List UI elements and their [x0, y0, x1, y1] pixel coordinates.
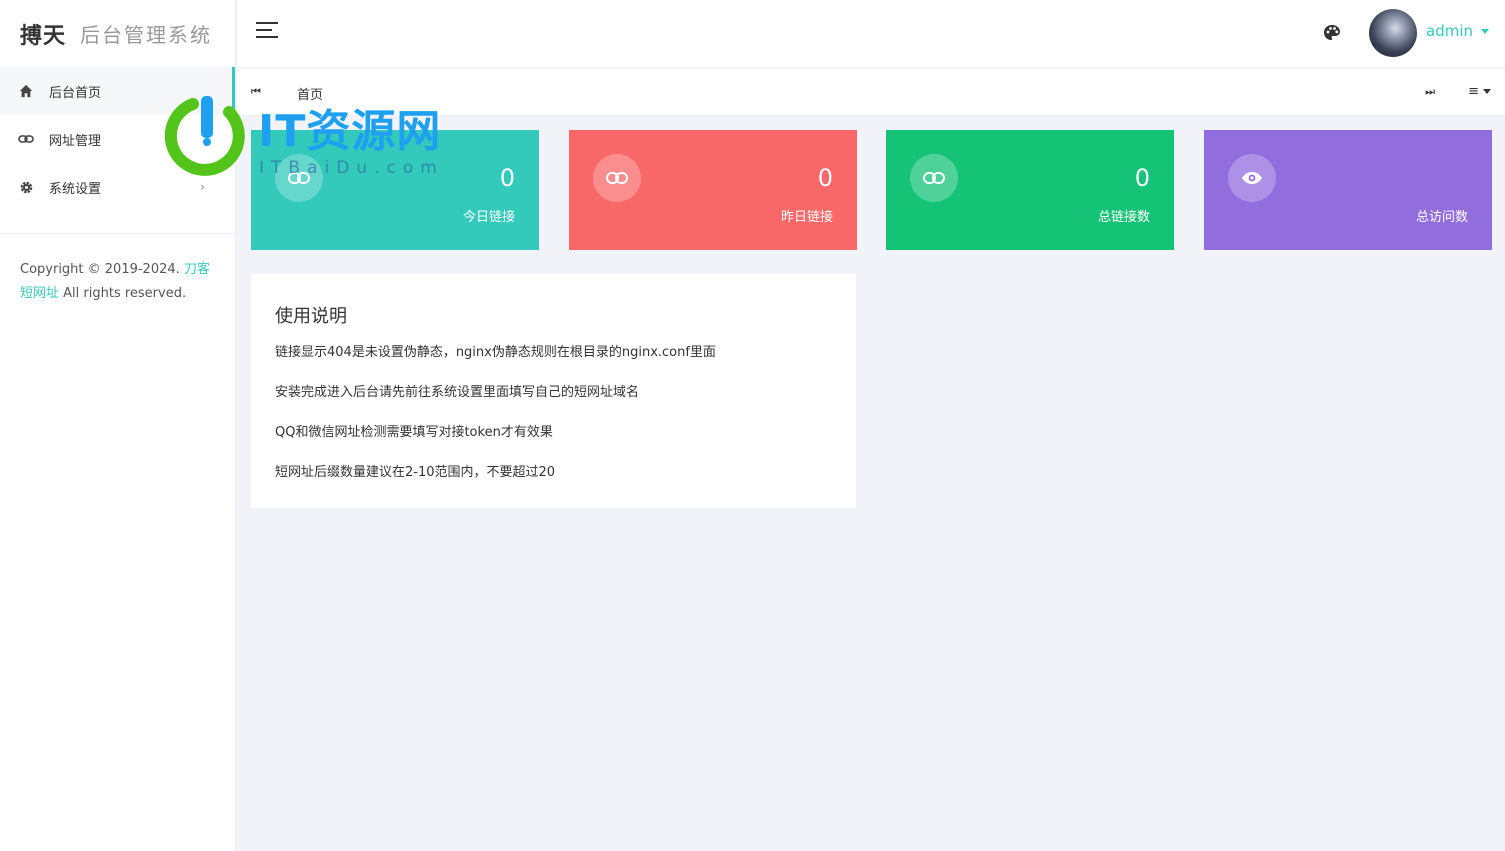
sidebar-item-dashboard[interactable]: 后台首页	[0, 67, 235, 115]
tab-scroll-left-icon[interactable]: ⏮	[251, 85, 261, 99]
stat-value: 0	[1134, 164, 1150, 192]
stat-value: 0	[499, 164, 515, 192]
stat-label: 昨日链接	[780, 210, 833, 225]
top-header: admin	[237, 0, 1505, 67]
copyright-suffix: All rights reserved.	[59, 286, 187, 301]
stat-label: 总链接数	[1097, 210, 1150, 225]
notice-line: 短网址后缀数量建议在2-10范围内，不要超过20	[275, 465, 556, 480]
eye-icon	[1228, 154, 1276, 202]
sidebar-item-label: 系统设置	[49, 181, 102, 197]
tab-options-menu[interactable]: ≡	[1468, 84, 1491, 99]
sidebar-item-label: 后台首页	[49, 85, 102, 101]
stat-card-today-links: 0 今日链接	[251, 130, 539, 250]
link-icon	[18, 131, 34, 147]
sidebar-item-url-management[interactable]: 网址管理	[0, 115, 235, 163]
stat-value: 0	[817, 164, 833, 192]
notice-line: 链接显示404是未设置伪静态，nginx伪静态规则在根目录的nginx.conf…	[275, 345, 716, 360]
sidebar-menu: 后台首页 网址管理 系统设置 ›	[0, 67, 235, 211]
stat-card-yesterday-links: 0 昨日链接	[569, 130, 857, 250]
sidebar-item-label: 网址管理	[49, 133, 102, 149]
notice-line: 安装完成进入后台请先前往系统设置里面填写自己的短网址域名	[275, 385, 640, 400]
stat-label: 今日链接	[462, 210, 515, 225]
caret-down-icon	[1481, 29, 1489, 34]
brand-logo[interactable]: 搏天 后台管理系统	[0, 0, 235, 67]
palette-icon[interactable]	[1322, 23, 1342, 43]
chevron-right-icon: ›	[200, 180, 205, 194]
link-icon	[910, 154, 958, 202]
tabs-bar: ⏮ 首页 ⏭ ≡	[237, 69, 1505, 116]
user-dropdown[interactable]: admin	[1426, 22, 1489, 40]
stat-label: 总访问数	[1415, 210, 1468, 225]
notice-line: QQ和微信网址检测需要填写对接token才有效果	[275, 425, 553, 440]
stat-card-total-visits: 总访问数	[1204, 130, 1492, 250]
home-icon	[18, 83, 34, 99]
user-name: admin	[1426, 22, 1473, 40]
menu-toggle-icon[interactable]	[256, 22, 278, 44]
brand-subtitle: 后台管理系统	[80, 23, 213, 47]
panel-title: 使用说明	[275, 306, 347, 327]
caret-down-icon	[1483, 89, 1491, 94]
tab-home[interactable]: 首页	[297, 84, 323, 103]
usage-notes-panel: 使用说明 链接显示404是未设置伪静态，nginx伪静态规则在根目录的nginx…	[251, 274, 856, 508]
brand-name: 搏天	[20, 23, 67, 49]
link-icon	[593, 154, 641, 202]
sidebar-item-settings[interactable]: 系统设置 ›	[0, 163, 235, 211]
list-icon: ≡	[1468, 84, 1479, 99]
tab-scroll-right-icon[interactable]: ⏭	[1425, 85, 1435, 99]
gear-icon	[18, 179, 34, 195]
link-icon	[275, 154, 323, 202]
avatar[interactable]	[1369, 9, 1417, 57]
copyright: Copyright © 2019-2024. 刀客短网址 All rights …	[0, 234, 235, 306]
copyright-prefix: Copyright © 2019-2024.	[20, 262, 184, 277]
stat-card-total-links: 0 总链接数	[886, 130, 1174, 250]
sidebar: 搏天 后台管理系统 后台首页 网址管理 系统设置 › Copyright © 2…	[0, 0, 236, 851]
